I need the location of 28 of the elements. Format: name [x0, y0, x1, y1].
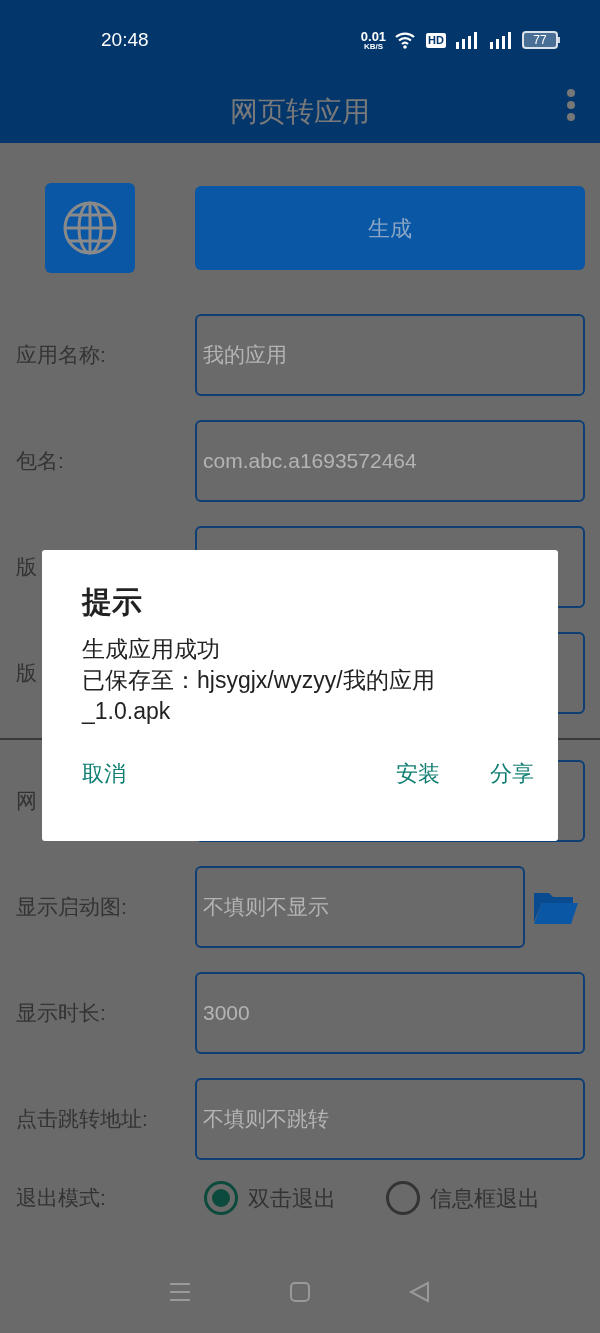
globe-icon	[62, 200, 118, 256]
input-field[interactable]: 我的应用	[195, 314, 585, 396]
network-speed: 0.01 KB/S	[360, 29, 387, 51]
field-label: 版	[16, 555, 37, 579]
dialog-button[interactable]: 安装	[386, 751, 450, 796]
dialog-message: 生成应用成功 已保存至：hjsygjx/wyzyy/我的应用 _1.0.apk	[82, 635, 436, 726]
signal-icon	[488, 30, 514, 50]
generate-button[interactable]: 生成	[195, 186, 585, 270]
dialog-title: 提示	[82, 584, 143, 620]
menu-icon[interactable]	[168, 1280, 192, 1304]
dialog-button[interactable]: 分享	[480, 751, 544, 796]
globe-button[interactable]	[45, 183, 135, 273]
input-field[interactable]: 不填则不跳转	[195, 1078, 585, 1160]
dialog-button[interactable]: 取消	[72, 751, 136, 796]
radio-button[interactable]	[204, 1181, 238, 1215]
more-menu-icon[interactable]	[566, 88, 576, 122]
home-icon[interactable]	[288, 1280, 312, 1304]
input-field[interactable]: 3000	[195, 972, 585, 1054]
input-field[interactable]: 不填则不显示	[195, 866, 525, 948]
input-field[interactable]: com.abc.a1693572464	[195, 420, 585, 502]
clock: 20:48	[101, 27, 149, 52]
field-label: 版	[16, 661, 37, 685]
back-icon[interactable]	[408, 1280, 432, 1304]
hd-badge: HD	[426, 32, 446, 48]
app-title: 网页转应用	[230, 94, 370, 129]
radio-button[interactable]	[386, 1181, 420, 1215]
signal-icon	[454, 30, 480, 50]
battery-indicator: 77	[522, 31, 560, 49]
